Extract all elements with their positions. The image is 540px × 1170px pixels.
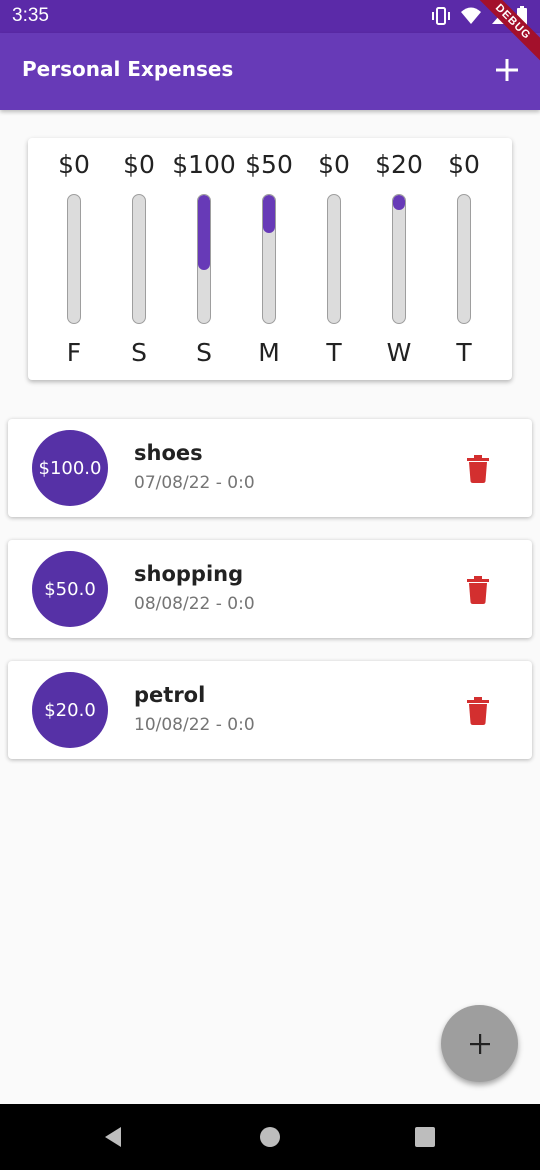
plus-icon: [496, 59, 518, 81]
status-bar: 3:35: [0, 0, 540, 33]
signal-icon: [492, 8, 506, 24]
trash-icon: [467, 455, 489, 483]
trash-icon: [467, 576, 489, 604]
add-transaction-button[interactable]: [492, 55, 522, 85]
plus-icon: [469, 1033, 490, 1054]
transaction-date: 08/08/22 - 0:0: [134, 594, 255, 614]
transaction-date: 07/08/22 - 0:0: [134, 473, 255, 493]
transaction-amount-avatar: $100.0: [32, 430, 108, 506]
nav-back-button[interactable]: [100, 1124, 126, 1150]
chart-bar-track: [457, 194, 471, 324]
page-title: Personal Expenses: [22, 57, 234, 81]
chart-bar-track: [327, 194, 341, 324]
transaction-item: $50.0 shopping 08/08/22 - 0:0: [8, 540, 532, 638]
chart-bar-column: $20 W: [367, 138, 431, 380]
transaction-title: shoes: [134, 441, 203, 465]
battery-icon: [517, 6, 527, 25]
chart-bar-track: [67, 194, 81, 324]
chart-amount-label: $0: [448, 150, 480, 179]
back-icon: [105, 1127, 121, 1147]
chart-amount-label: $50: [245, 150, 293, 179]
chart-bar-column: $0 F: [42, 138, 106, 380]
transaction-amount-avatar: $50.0: [32, 551, 108, 627]
transaction-item: $100.0 shoes 07/08/22 - 0:0: [8, 419, 532, 517]
chart-bar-column: $50 M: [237, 138, 301, 380]
chart-bar-column: $0 T: [432, 138, 496, 380]
chart-day-label: M: [258, 338, 280, 367]
chart-amount-label: $20: [375, 150, 423, 179]
chart-bar-track: [262, 194, 276, 324]
nav-recents-button[interactable]: [412, 1124, 438, 1150]
chart-bar-track: [197, 194, 211, 324]
chart-amount-label: $0: [123, 150, 155, 179]
trash-icon: [467, 697, 489, 725]
chart-bar-track: [392, 194, 406, 324]
chart-bar-fill: [393, 195, 405, 211]
vibrate-icon: [432, 7, 450, 25]
transaction-title: petrol: [134, 683, 206, 707]
wifi-icon: [461, 7, 481, 24]
chart-bar-fill: [198, 195, 210, 271]
chart-amount-label: $0: [58, 150, 90, 179]
chart-bar-column: $0 S: [107, 138, 171, 380]
status-time: 3:35: [12, 5, 49, 26]
chart-day-label: F: [66, 338, 82, 367]
add-transaction-fab[interactable]: [441, 1005, 518, 1082]
recents-icon: [415, 1127, 435, 1147]
system-nav-bar: [0, 1104, 540, 1170]
transaction-amount-avatar: $20.0: [32, 672, 108, 748]
home-icon: [260, 1127, 280, 1147]
chart-day-label: T: [326, 338, 342, 367]
chart-bar-fill: [263, 195, 275, 233]
weekly-chart: $0 F $0 S $100 S $50 M $0 T $20 W $0 T: [28, 138, 512, 380]
transaction-date: 10/08/22 - 0:0: [134, 715, 255, 735]
delete-transaction-button[interactable]: [466, 697, 490, 725]
chart-day-label: W: [386, 338, 412, 367]
status-icons: [430, 6, 528, 26]
app-bar: Personal Expenses: [0, 33, 540, 110]
transaction-item: $20.0 petrol 10/08/22 - 0:0: [8, 661, 532, 759]
chart-day-label: S: [131, 338, 147, 367]
chart-bar-track: [132, 194, 146, 324]
delete-transaction-button[interactable]: [466, 455, 490, 483]
chart-day-label: S: [196, 338, 212, 367]
chart-amount-label: $0: [318, 150, 350, 179]
chart-amount-label: $100: [172, 150, 236, 179]
chart-day-label: T: [456, 338, 472, 367]
transaction-title: shopping: [134, 562, 244, 586]
delete-transaction-button[interactable]: [466, 576, 490, 604]
chart-bar-column: $0 T: [302, 138, 366, 380]
nav-home-button[interactable]: [257, 1124, 283, 1150]
chart-bar-column: $100 S: [172, 138, 236, 380]
